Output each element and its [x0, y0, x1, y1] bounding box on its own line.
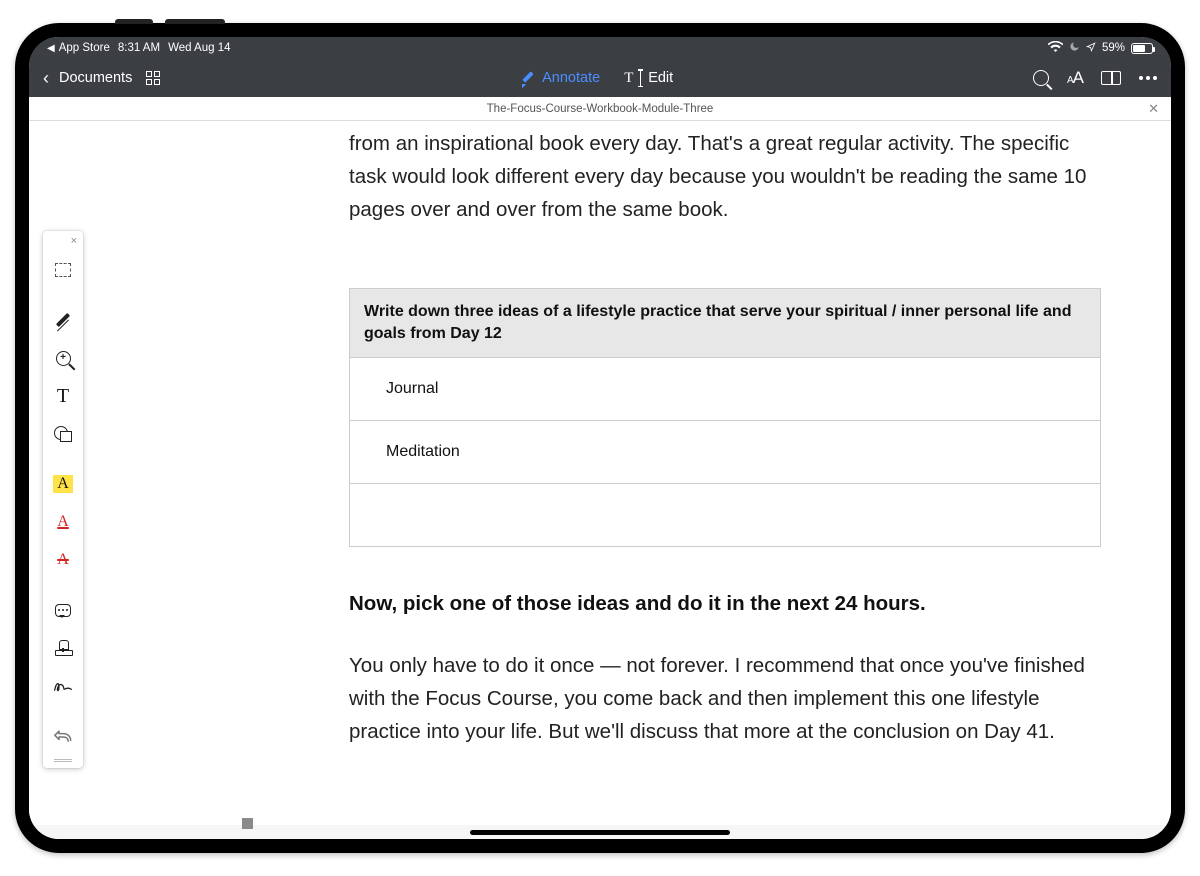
app-toolbar: ‹ Documents Annotate T Edit: [29, 59, 1171, 97]
do-not-disturb-icon: [1069, 41, 1080, 55]
pencil-icon: [520, 70, 536, 86]
zoom-tool[interactable]: +: [43, 339, 83, 377]
text-size-icon: AA: [1067, 68, 1083, 88]
highlight-tool[interactable]: A: [43, 465, 83, 503]
document-tab[interactable]: The-Focus-Course-Workbook-Module-Three ✕: [29, 97, 1171, 121]
palette-drag-handle[interactable]: [54, 759, 72, 762]
section-heading: Now, pick one of those ideas and do it i…: [349, 589, 1101, 619]
text-cursor-icon: T: [624, 70, 642, 86]
stamp-icon: [55, 640, 71, 656]
more-button[interactable]: [1139, 76, 1157, 80]
ipad-frame: ◀ App Store 8:31 AM Wed Aug 14 59%: [15, 23, 1185, 853]
breadcrumb-back-app[interactable]: App Store: [59, 42, 110, 54]
text-tool[interactable]: T: [43, 377, 83, 415]
undo-icon: [54, 730, 72, 742]
prompt-box: Write down three ideas of a lifestyle pr…: [349, 288, 1101, 547]
strikethrough-icon: A: [57, 551, 69, 569]
back-label: Documents: [59, 70, 132, 86]
mode-annotate-label: Annotate: [542, 70, 600, 86]
text-size-button[interactable]: AA: [1067, 68, 1083, 88]
magnifier-plus-icon: +: [56, 351, 71, 366]
prompt-row-2[interactable]: Meditation: [350, 421, 1100, 484]
status-time: 8:31 AM: [118, 42, 160, 54]
screen: ◀ App Store 8:31 AM Wed Aug 14 59%: [29, 37, 1171, 839]
battery-icon: [1131, 43, 1153, 54]
thumbnails-button[interactable]: [146, 71, 160, 85]
breadcrumb-caret-icon[interactable]: ◀: [47, 43, 55, 54]
chevron-left-icon: ‹: [43, 68, 49, 89]
grid-icon: [146, 71, 160, 85]
mode-edit-label: Edit: [648, 70, 673, 86]
shape-tool[interactable]: [43, 415, 83, 453]
body-paragraph: You only have to do it once — not foreve…: [349, 649, 1101, 748]
search-icon: [1033, 70, 1049, 86]
location-icon: [1086, 42, 1096, 55]
document-page[interactable]: from an inspirational book every day. Th…: [29, 121, 1171, 825]
selection-handle[interactable]: [242, 818, 253, 829]
document-title: The-Focus-Course-Workbook-Module-Three: [487, 103, 714, 115]
back-button[interactable]: ‹ Documents: [43, 68, 132, 89]
book-icon: [1101, 71, 1121, 85]
mode-edit[interactable]: T Edit: [624, 70, 673, 86]
palette-close-button[interactable]: ×: [43, 235, 83, 251]
body-paragraph: from an inspirational book every day. Th…: [349, 127, 1101, 226]
pen-icon: [54, 311, 72, 329]
content-area: from an inspirational book every day. Th…: [29, 121, 1171, 839]
highlight-icon: A: [53, 475, 73, 493]
comment-icon: [55, 604, 71, 617]
prompt-header: Write down three ideas of a lifestyle pr…: [350, 289, 1100, 358]
annotation-tool-palette: × + T A A A: [43, 231, 83, 768]
shapes-icon: [54, 426, 72, 442]
wifi-icon: [1048, 41, 1063, 55]
battery-pct: 59%: [1102, 42, 1125, 54]
text-T-icon: T: [57, 386, 69, 406]
undo-tool[interactable]: [43, 717, 83, 755]
prompt-row-3[interactable]: [350, 484, 1100, 546]
strikethrough-tool[interactable]: A: [43, 541, 83, 579]
draw-tool[interactable]: [43, 301, 83, 339]
home-indicator[interactable]: [470, 830, 730, 835]
view-mode-button[interactable]: [1101, 71, 1121, 85]
more-icon: [1139, 76, 1157, 80]
mode-annotate[interactable]: Annotate: [520, 70, 600, 86]
signature-tool[interactable]: [43, 667, 83, 705]
selection-icon: [55, 263, 71, 277]
status-bar: ◀ App Store 8:31 AM Wed Aug 14 59%: [29, 37, 1171, 59]
prompt-row-1[interactable]: Journal: [350, 358, 1100, 421]
status-date: Wed Aug 14: [168, 42, 230, 54]
search-button[interactable]: [1033, 70, 1049, 86]
underline-icon: A: [57, 513, 69, 531]
comment-tool[interactable]: [43, 591, 83, 629]
signature-icon: [53, 678, 73, 694]
close-document-button[interactable]: ✕: [1148, 102, 1159, 115]
select-tool[interactable]: [43, 251, 83, 289]
stamp-tool[interactable]: [43, 629, 83, 667]
underline-tool[interactable]: A: [43, 503, 83, 541]
